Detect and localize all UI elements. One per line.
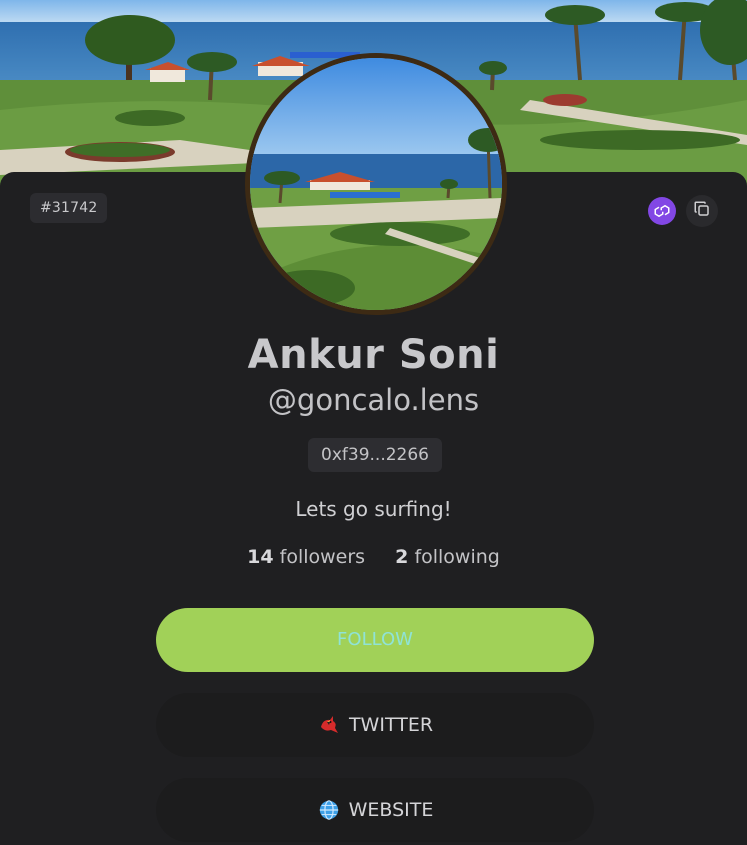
token-id-badge: #31742 bbox=[30, 193, 108, 223]
copy-button[interactable] bbox=[686, 195, 718, 227]
cardinal-bird-icon bbox=[317, 713, 341, 737]
following-label: following bbox=[414, 546, 500, 568]
polygon-icon bbox=[648, 197, 676, 225]
followers-stat[interactable]: 14 followers bbox=[247, 546, 371, 568]
following-stat[interactable]: 2 following bbox=[395, 546, 500, 568]
followers-label: followers bbox=[279, 546, 366, 568]
website-link-button[interactable]: WEBSITE bbox=[156, 778, 594, 842]
profile-bio: Lets go surfing! bbox=[295, 497, 452, 521]
copy-icon bbox=[693, 200, 711, 222]
follow-stats: 14 followers 2 following bbox=[0, 546, 747, 568]
profile-name: Ankur Soni bbox=[247, 332, 500, 378]
website-label: WEBSITE bbox=[348, 799, 434, 821]
twitter-label: TWITTER bbox=[348, 714, 434, 736]
globe-icon bbox=[317, 798, 341, 822]
wallet-address-badge[interactable]: 0xf39...2266 bbox=[308, 438, 442, 472]
twitter-link-button[interactable]: TWITTER bbox=[156, 693, 594, 757]
avatar bbox=[245, 53, 507, 315]
followers-count: 14 bbox=[247, 546, 274, 568]
following-count: 2 bbox=[395, 546, 409, 568]
profile-handle: @goncalo.lens bbox=[267, 383, 480, 417]
follow-button[interactable]: FOLLOW bbox=[156, 608, 594, 672]
